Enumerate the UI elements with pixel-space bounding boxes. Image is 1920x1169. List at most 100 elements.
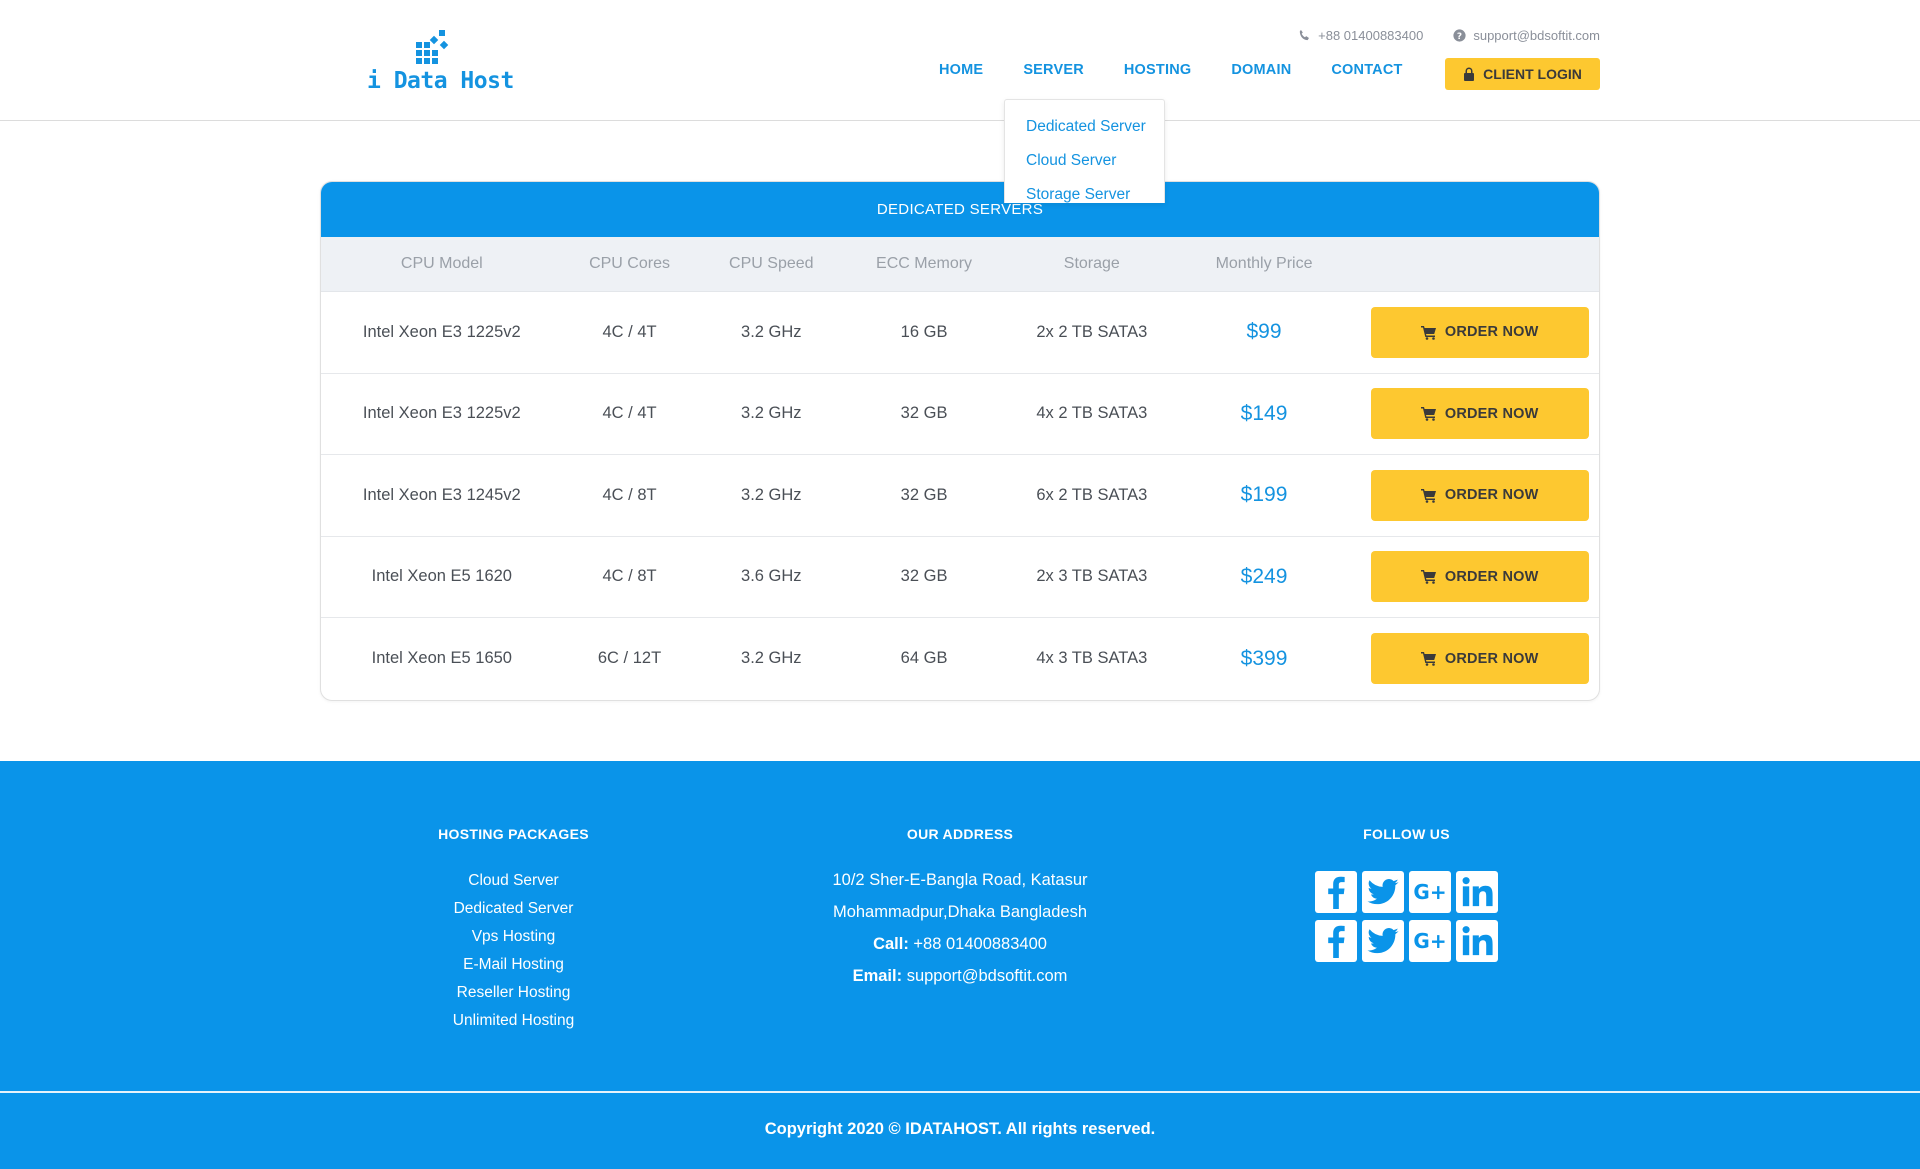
cart-icon	[1420, 570, 1436, 585]
cell-ecc-memory: 32 GB	[900, 485, 948, 504]
google-plus-icon[interactable]: G+	[1409, 871, 1451, 913]
google-plus-icon[interactable]: G+	[1409, 920, 1451, 962]
footer-address: OUR ADDRESS 10/2 Sher-E-Bangla Road, Kat…	[750, 761, 1170, 992]
cell-cpu-model: Intel Xeon E5 1620	[371, 567, 512, 586]
header-storage: Storage	[1063, 255, 1120, 272]
cell-cpu-speed: 3.6 GHz	[741, 567, 802, 586]
cell-cpu-cores: 4C / 4T	[602, 404, 657, 423]
email-value[interactable]: support@bdsoftit.com	[907, 967, 1068, 985]
package-link[interactable]: Reseller Hosting	[320, 979, 707, 1007]
cell-monthly-price: $199	[1240, 483, 1288, 507]
address-title: OUR ADDRESS	[906, 826, 1014, 842]
contact-topbar: +88 01400883400 ? support@bdsoftit.com	[1298, 28, 1600, 43]
server-dropdown-menu: Dedicated Server Cloud Server Storage Se…	[1004, 99, 1165, 203]
nav-home[interactable]: HOME	[939, 62, 983, 78]
facebook-icon[interactable]	[1315, 871, 1357, 913]
site-footer: HOSTING PACKAGES Cloud Server Dedicated …	[0, 761, 1920, 1169]
dedicated-servers-table: DEDICATED SERVERS CPU Model CPU Cores CP…	[320, 181, 1600, 701]
address-email: Email: support@bdsoftit.com	[750, 960, 1170, 992]
cell-cpu-speed: 3.2 GHz	[741, 322, 802, 341]
menu-item-cloud-server[interactable]: Cloud Server	[1005, 144, 1164, 178]
client-login-button[interactable]: CLIENT LOGIN	[1445, 58, 1600, 90]
address-call: Call: +88 01400883400	[750, 928, 1170, 960]
site-logo[interactable]: i Data Host	[367, 28, 514, 94]
menu-item-dedicated-server[interactable]: Dedicated Server	[1005, 110, 1164, 144]
footer-divider	[0, 1091, 1920, 1093]
cell-monthly-price: $249	[1240, 564, 1288, 588]
cell-action: ORDER NOW	[1346, 633, 1599, 685]
cell-storage: 4x 2 TB SATA3	[1036, 404, 1148, 423]
header-monthly-price: Monthly Price	[1215, 255, 1313, 272]
package-link[interactable]: Unlimited Hosting	[320, 1007, 707, 1035]
cell-cpu-cores: 6C / 12T	[597, 649, 662, 668]
phone-icon	[1299, 29, 1310, 41]
order-now-button[interactable]: ORDER NOW	[1370, 469, 1589, 521]
cell-storage: 4x 3 TB SATA3	[1036, 649, 1148, 668]
packages-title: HOSTING PACKAGES	[438, 826, 589, 842]
cell-ecc-memory: 16 GB	[900, 322, 948, 341]
package-link[interactable]: Dedicated Server	[320, 895, 707, 923]
cell-action: ORDER NOW	[1346, 469, 1599, 521]
address-line-2: Mohammadpur,Dhaka Bangladesh	[832, 903, 1088, 921]
cell-cpu-cores: 4C / 8T	[602, 567, 657, 586]
topbar-phone[interactable]: +88 01400883400	[1298, 28, 1423, 43]
order-now-button[interactable]: ORDER NOW	[1370, 388, 1589, 440]
table-row: Intel Xeon E3 1225v2 4C / 4T 3.2 GHz 16 …	[321, 292, 1599, 374]
cell-ecc-memory: 32 GB	[900, 404, 948, 423]
table-row: Intel Xeon E3 1245v2 4C / 8T 3.2 GHz 32 …	[321, 455, 1599, 537]
cell-cpu-cores: 4C / 4T	[602, 322, 657, 341]
header-cpu-speed: CPU Speed	[729, 255, 814, 272]
address-line-1: 10/2 Sher-E-Bangla Road, Katasur	[832, 871, 1088, 889]
order-now-button[interactable]: ORDER NOW	[1370, 551, 1589, 603]
footer-hosting-packages: HOSTING PACKAGES Cloud Server Dedicated …	[320, 761, 707, 1035]
cell-monthly-price: $399	[1240, 646, 1288, 670]
package-link[interactable]: Vps Hosting	[320, 923, 707, 951]
package-link[interactable]: Cloud Server	[320, 867, 707, 895]
cell-storage: 6x 2 TB SATA3	[1036, 485, 1148, 504]
social-links: G+ G+	[1213, 871, 1600, 962]
header-cpu-cores: CPU Cores	[589, 255, 670, 272]
order-now-button[interactable]: ORDER NOW	[1370, 633, 1589, 685]
cell-cpu-model: Intel Xeon E3 1225v2	[362, 322, 521, 341]
logo-pixel-icon	[416, 30, 449, 64]
follow-title: FOLLOW US	[1363, 826, 1450, 842]
copyright-text: Copyright 2020 © IDATAHOST. All rights r…	[764, 1120, 1156, 1138]
cell-ecc-memory: 64 GB	[900, 649, 948, 668]
linkedin-icon[interactable]	[1456, 920, 1498, 962]
cart-icon	[1420, 488, 1436, 503]
cell-cpu-model: Intel Xeon E3 1245v2	[362, 485, 521, 504]
cell-action: ORDER NOW	[1346, 388, 1599, 440]
nav-contact[interactable]: CONTACT	[1331, 62, 1402, 78]
nav-hosting[interactable]: HOSTING	[1124, 62, 1191, 78]
cart-icon	[1420, 325, 1436, 340]
topbar-email[interactable]: ? support@bdsoftit.com	[1453, 28, 1600, 43]
table-row: Intel Xeon E3 1225v2 4C / 4T 3.2 GHz 32 …	[321, 374, 1599, 455]
order-now-label: ORDER NOW	[1444, 405, 1539, 422]
cell-storage: 2x 3 TB SATA3	[1036, 567, 1148, 586]
cell-cpu-model: Intel Xeon E3 1225v2	[362, 404, 521, 423]
cell-cpu-speed: 3.2 GHz	[741, 649, 802, 668]
site-header: i Data Host +88 01400883400 ? support@bd…	[0, 0, 1920, 121]
order-now-button[interactable]: ORDER NOW	[1370, 306, 1589, 358]
nav-domain[interactable]: DOMAIN	[1231, 62, 1291, 78]
question-circle-icon: ?	[1453, 29, 1466, 42]
package-link[interactable]: E-Mail Hosting	[320, 951, 707, 979]
order-now-label: ORDER NOW	[1444, 650, 1539, 667]
call-value[interactable]: +88 01400883400	[913, 935, 1047, 953]
footer-follow-us: FOLLOW US G+ G+	[1213, 761, 1600, 962]
header-cpu-model: CPU Model	[400, 255, 483, 272]
facebook-icon[interactable]	[1315, 920, 1357, 962]
order-now-label: ORDER NOW	[1444, 487, 1539, 504]
twitter-icon[interactable]	[1362, 920, 1404, 962]
nav-server[interactable]: SERVER	[1023, 62, 1084, 78]
logo-text: i Data Host	[367, 68, 514, 94]
twitter-icon[interactable]	[1362, 871, 1404, 913]
client-login-label: CLIENT LOGIN	[1483, 66, 1582, 82]
menu-item-storage-server[interactable]: Storage Server	[1005, 178, 1164, 203]
cart-icon	[1420, 407, 1436, 422]
header-ecc-memory: ECC Memory	[876, 255, 973, 272]
call-label: Call:	[873, 935, 909, 953]
linkedin-icon[interactable]	[1456, 871, 1498, 913]
cart-icon	[1420, 652, 1436, 667]
cell-ecc-memory: 32 GB	[900, 567, 948, 586]
